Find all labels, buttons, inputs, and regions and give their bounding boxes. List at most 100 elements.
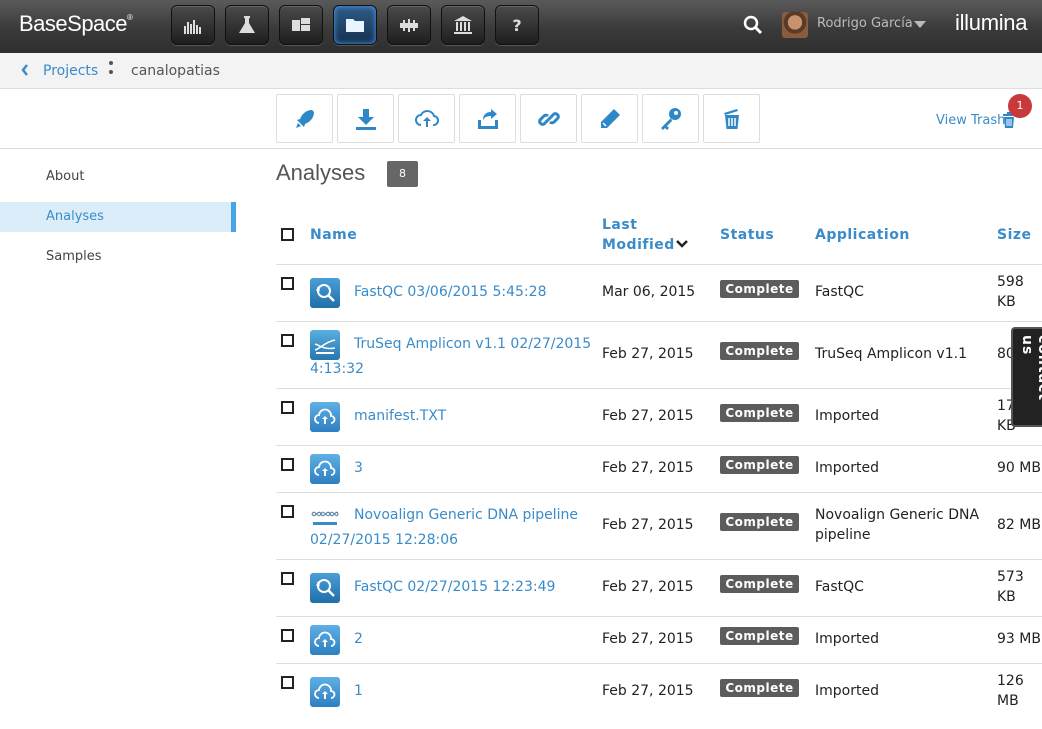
sort-desc-icon[interactable]	[676, 239, 688, 249]
chevron-down-icon[interactable]	[914, 21, 926, 28]
application-name-cont: pipeline	[815, 527, 871, 543]
analysis-name-link[interactable]: manifest.TXT	[354, 406, 446, 426]
analysis-name-link-cont[interactable]: 4:13:32	[310, 359, 364, 379]
breadcrumb: Projects canalopatias	[0, 53, 1042, 89]
row-divider	[276, 388, 1042, 389]
column-header-application[interactable]: Application	[815, 225, 910, 245]
analysis-name-link[interactable]: 2	[354, 629, 363, 649]
column-header-status[interactable]: Status	[720, 225, 774, 245]
column-header-name[interactable]: Name	[310, 225, 357, 245]
projects-icon[interactable]	[333, 5, 377, 45]
application-name: Imported	[815, 408, 879, 424]
download-button[interactable]	[337, 94, 394, 143]
fastqc-app-icon: A	[310, 278, 340, 308]
view-trash-link[interactable]: View Trash	[936, 113, 1005, 128]
apps-icon[interactable]	[279, 5, 323, 45]
novoalign-app-icon	[310, 502, 340, 532]
application-name: Imported	[815, 631, 879, 647]
row-checkbox[interactable]	[281, 505, 294, 518]
row-checkbox[interactable]	[281, 572, 294, 585]
share-icon	[477, 108, 498, 129]
fastqc-app-icon: A	[310, 573, 340, 603]
status-badge: Complete	[720, 513, 799, 531]
row-checkbox[interactable]	[281, 458, 294, 471]
size-unit: KB	[997, 294, 1016, 310]
sidebar-item-samples[interactable]: Samples	[0, 242, 236, 272]
application-name: Imported	[815, 683, 879, 699]
sidebar-item-analyses[interactable]: Analyses	[0, 202, 236, 232]
breadcrumb-projects-link[interactable]: Projects	[43, 63, 98, 79]
edit-icon	[600, 108, 620, 128]
modified-date: Feb 27, 2015	[602, 408, 694, 424]
breadcrumb-current: canalopatias	[131, 63, 220, 79]
imported-upload-icon	[310, 454, 340, 484]
analysis-name-link[interactable]: TruSeq Amplicon v1.1 02/27/2015	[354, 334, 591, 354]
row-checkbox[interactable]	[281, 676, 294, 689]
imported-upload-icon	[310, 402, 340, 432]
help-icon[interactable]: ?	[495, 5, 539, 45]
status-badge: Complete	[720, 280, 799, 298]
svg-text:?: ?	[512, 16, 521, 35]
basespace-logo[interactable]: BaseSpace®	[19, 11, 133, 37]
user-name[interactable]: Rodrigo García	[817, 16, 913, 31]
size-value: 82 MB	[997, 517, 1041, 533]
breadcrumb-separator-icon	[108, 61, 114, 81]
status-badge: Complete	[720, 575, 799, 593]
modified-date: Mar 06, 2015	[602, 284, 696, 300]
row-divider	[276, 492, 1042, 493]
status-badge: Complete	[720, 342, 799, 360]
edit-button[interactable]	[581, 94, 638, 143]
avatar[interactable]	[782, 12, 808, 38]
delete-icon	[723, 108, 739, 129]
modified-date: Feb 27, 2015	[602, 579, 694, 595]
application-name: TruSeq Amplicon v1.1	[815, 346, 967, 362]
chevron-left-icon[interactable]	[20, 62, 30, 78]
size-unit: KB	[997, 589, 1016, 605]
row-checkbox[interactable]	[281, 401, 294, 414]
public-data-icon[interactable]	[441, 5, 485, 45]
contact-us-tab[interactable]: contact us	[1011, 327, 1042, 427]
column-header-last-modified[interactable]: Last Modified	[602, 215, 674, 255]
illumina-logo: illumina	[955, 10, 1028, 35]
top-navigation-bar: BaseSpace® ? Rodrigo García illumina	[0, 0, 1042, 53]
page-title: Analyses	[276, 160, 366, 185]
launch-app-button[interactable]	[276, 94, 333, 143]
status-badge: Complete	[720, 627, 799, 645]
labs-icon[interactable]	[225, 5, 269, 45]
sidebar-item-about[interactable]: About	[0, 162, 236, 192]
row-divider	[276, 559, 1042, 560]
dashboard-icon[interactable]	[171, 5, 215, 45]
imported-upload-icon	[310, 625, 340, 655]
application-name: Imported	[815, 460, 879, 476]
modified-date: Feb 27, 2015	[602, 346, 694, 362]
row-divider	[276, 445, 1042, 446]
row-checkbox[interactable]	[281, 334, 294, 347]
analysis-name-link[interactable]: 1	[354, 681, 363, 701]
select-all-checkbox[interactable]	[281, 228, 294, 241]
analysis-name-link-cont[interactable]: 02/27/2015 12:28:06	[310, 530, 458, 550]
size-value: 598	[997, 274, 1024, 290]
link-icon	[537, 111, 560, 126]
analysis-name-link[interactable]: FastQC 03/06/2015 5:45:28	[354, 282, 547, 302]
key-button[interactable]	[642, 94, 699, 143]
upload-button[interactable]	[398, 94, 455, 143]
size-value: 573	[997, 569, 1024, 585]
analysis-name-link[interactable]: Novoalign Generic DNA pipeline	[354, 505, 578, 525]
modified-date: Feb 27, 2015	[602, 460, 694, 476]
column-header-size[interactable]: Size	[997, 225, 1032, 245]
delete-button[interactable]	[703, 94, 760, 143]
size-unit: MB	[997, 693, 1019, 709]
row-checkbox[interactable]	[281, 277, 294, 290]
toolbar-divider	[0, 148, 1042, 149]
row-divider	[276, 663, 1042, 664]
share-button[interactable]	[459, 94, 516, 143]
analysis-name-link[interactable]: 3	[354, 458, 363, 478]
application-name: FastQC	[815, 284, 864, 300]
application-name: Novoalign Generic DNA	[815, 507, 980, 523]
search-icon[interactable]	[742, 14, 764, 40]
runs-icon[interactable]	[387, 5, 431, 45]
row-checkbox[interactable]	[281, 629, 294, 642]
trash-count-badge: 1	[1008, 94, 1032, 118]
analysis-name-link[interactable]: FastQC 02/27/2015 12:23:49	[354, 577, 555, 597]
link-button[interactable]	[520, 94, 577, 143]
